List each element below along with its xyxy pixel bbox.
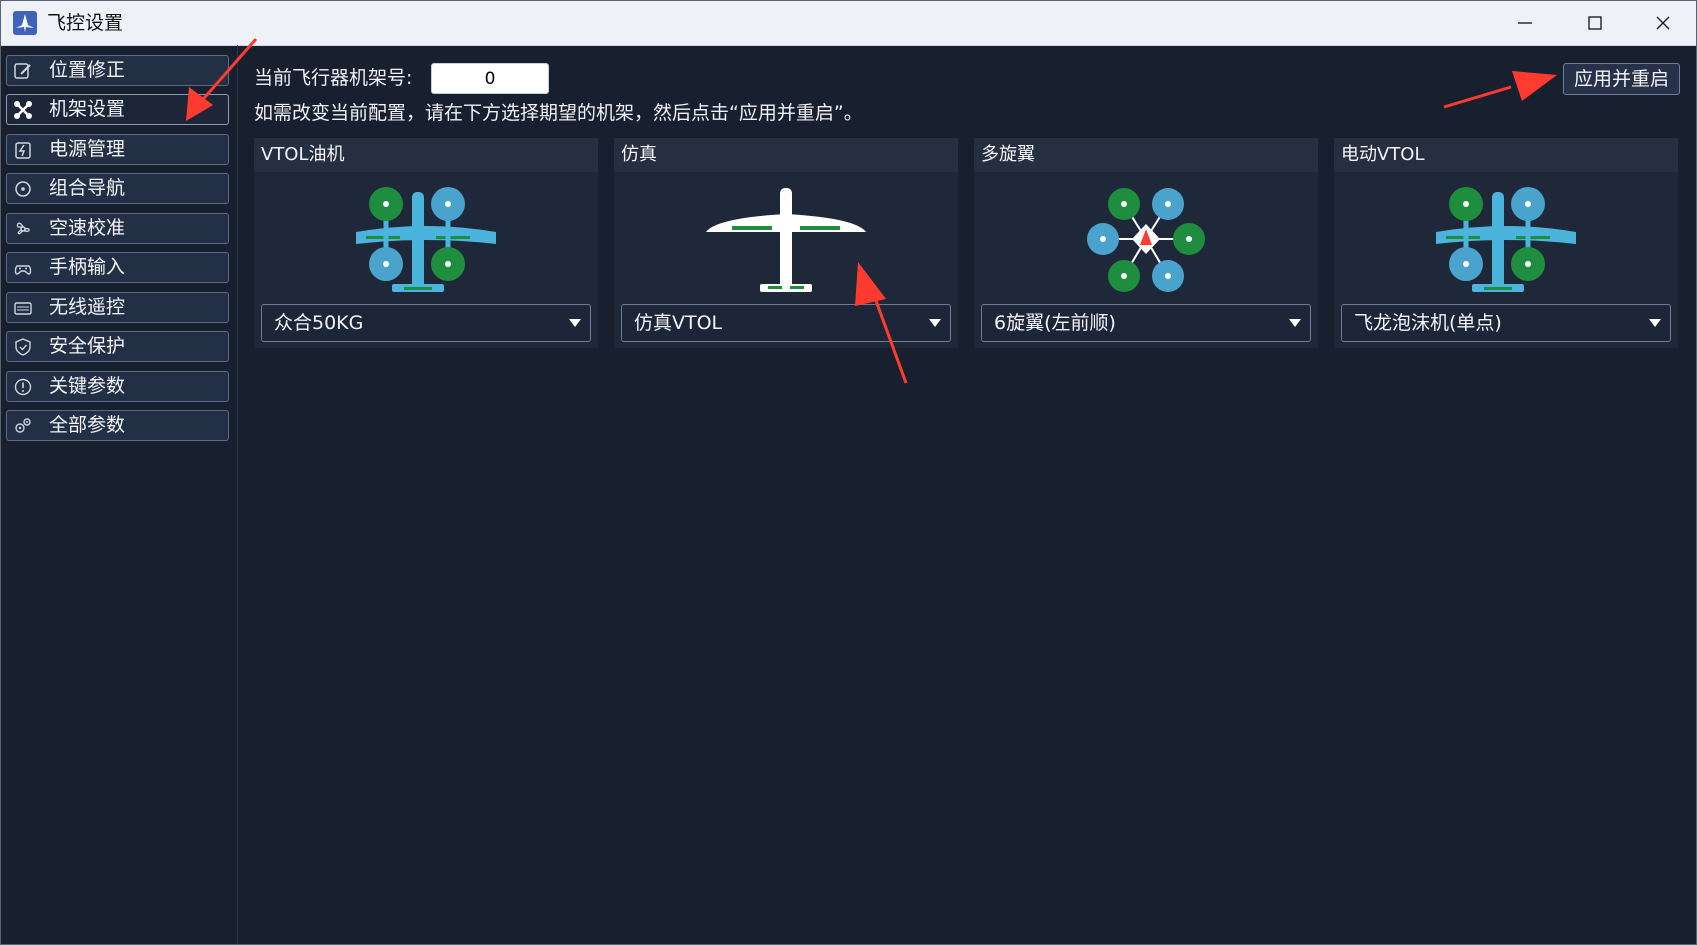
card-header: 多旋翼 [974, 138, 1318, 172]
sidebar-item-safety[interactable]: 安全保护 [6, 331, 229, 362]
sidebar-item-label: 关键参数 [49, 375, 126, 397]
sidebar-item-power[interactable]: 电源管理 [6, 134, 229, 165]
dropdown-value: 仿真VTOL [634, 312, 723, 334]
maximize-button[interactable] [1560, 1, 1630, 45]
window: 飞控设置 位置修正 机架设置 电源管理 组合导航 空速校准 手柄输入 无线遥控 … [0, 0, 1697, 945]
sidebar-item-label: 电源管理 [49, 138, 126, 160]
dropdown-value: 众合50KG [274, 312, 364, 334]
power-icon [15, 142, 31, 159]
sidebar-item-label: 安全保护 [49, 335, 126, 357]
card-header: 电动VTOL [1334, 138, 1678, 172]
fan-icon [16, 222, 30, 235]
card-header: 仿真 [614, 138, 958, 172]
sidebar-item-frame-setup[interactable]: 机架设置 [6, 94, 229, 125]
sidebar-item-key-params[interactable]: 关键参数 [6, 371, 229, 402]
sidebar-item-label: 全部参数 [49, 414, 126, 436]
sidebar-item-label: 组合导航 [49, 177, 126, 199]
sidebar-item-airspeed[interactable]: 空速校准 [6, 213, 229, 244]
dropdown-value: 飞龙泡沫机(单点) [1354, 312, 1502, 334]
sidebar-item-label: 机架设置 [49, 98, 126, 120]
sidebar: 位置修正 机架设置 电源管理 组合导航 空速校准 手柄输入 无线遥控 安全保护 [1, 45, 238, 944]
fixed-wing-aircraft-icon [706, 188, 866, 292]
chevron-down-icon [569, 319, 581, 327]
card-title: VTOL油机 [261, 144, 345, 165]
minimize-icon [1518, 22, 1532, 24]
window-title: 飞控设置 [47, 12, 124, 34]
chevron-down-icon [1289, 319, 1301, 327]
frame-select-multirotor[interactable]: 6旋翼(左前顺) [981, 304, 1311, 342]
sidebar-item-joystick[interactable]: 手柄输入 [6, 252, 229, 283]
vtol-aircraft-icon [1436, 187, 1576, 292]
card-title: 电动VTOL [1341, 144, 1425, 165]
hexacopter-icon [1087, 188, 1205, 292]
card-title: 仿真 [621, 144, 657, 165]
app-logo-icon [13, 11, 37, 35]
sidebar-item-remote[interactable]: 无线遥控 [6, 292, 229, 323]
edit-icon [14, 63, 31, 79]
close-button[interactable] [1628, 1, 1696, 45]
frame-number-field[interactable] [431, 63, 549, 94]
close-icon [1656, 16, 1670, 30]
sidebar-item-label: 无线遥控 [49, 296, 126, 318]
sidebar-item-label: 位置修正 [49, 59, 126, 81]
instruction-text: 如需改变当前配置，请在下方选择期望的机架，然后点击“应用并重启”。 [254, 102, 863, 124]
gamepad-icon [14, 265, 32, 275]
sidebar-item-navigation[interactable]: 组合导航 [6, 173, 229, 204]
dropdown-value: 6旋翼(左前顺) [994, 312, 1116, 334]
title-bar: 飞控设置 [1, 1, 1696, 46]
gears-icon [15, 418, 31, 433]
card-body: 飞龙泡沫机(单点) [1334, 172, 1678, 348]
frame-number-label: 当前飞行器机架号: [254, 67, 413, 89]
minimize-button[interactable] [1490, 1, 1560, 45]
sidebar-item-position-correction[interactable]: 位置修正 [6, 55, 229, 86]
vtol-aircraft-icon [356, 187, 496, 292]
frame-select-simulation[interactable]: 仿真VTOL [621, 304, 951, 342]
remote-icon [14, 302, 32, 315]
card-body: 仿真VTOL [614, 172, 958, 348]
sidebar-item-label: 手柄输入 [49, 256, 126, 278]
sidebar-item-label: 空速校准 [49, 217, 126, 239]
frame-select-electric-vtol[interactable]: 飞龙泡沫机(单点) [1341, 304, 1671, 342]
main-content: 当前飞行器机架号: 如需改变当前配置，请在下方选择期望的机架，然后点击“应用并重… [238, 45, 1696, 944]
frame-card-simulation: 仿真 仿真VTOL [614, 138, 958, 348]
drone-icon [14, 101, 32, 119]
card-title: 多旋翼 [981, 144, 1035, 165]
apply-and-restart-button[interactable]: 应用并重启 [1563, 63, 1680, 95]
frame-card-vtol-fuel: VTOL油机 众合50KG [254, 138, 598, 348]
frame-select-vtol-fuel[interactable]: 众合50KG [261, 304, 591, 342]
sidebar-item-all-params[interactable]: 全部参数 [6, 410, 229, 441]
frame-card-multirotor: 多旋翼 6旋翼(左前顺) [974, 138, 1318, 348]
chevron-down-icon [1649, 319, 1661, 327]
card-body: 众合50KG [254, 172, 598, 348]
chevron-down-icon [929, 319, 941, 327]
card-header: VTOL油机 [254, 138, 598, 172]
frame-card-electric-vtol: 电动VTOL 飞龙泡沫机(单点) [1334, 138, 1678, 348]
alert-icon [14, 378, 32, 396]
compass-icon [15, 181, 31, 197]
card-body: 6旋翼(左前顺) [974, 172, 1318, 348]
maximize-icon [1588, 16, 1602, 30]
shield-icon [15, 338, 31, 356]
